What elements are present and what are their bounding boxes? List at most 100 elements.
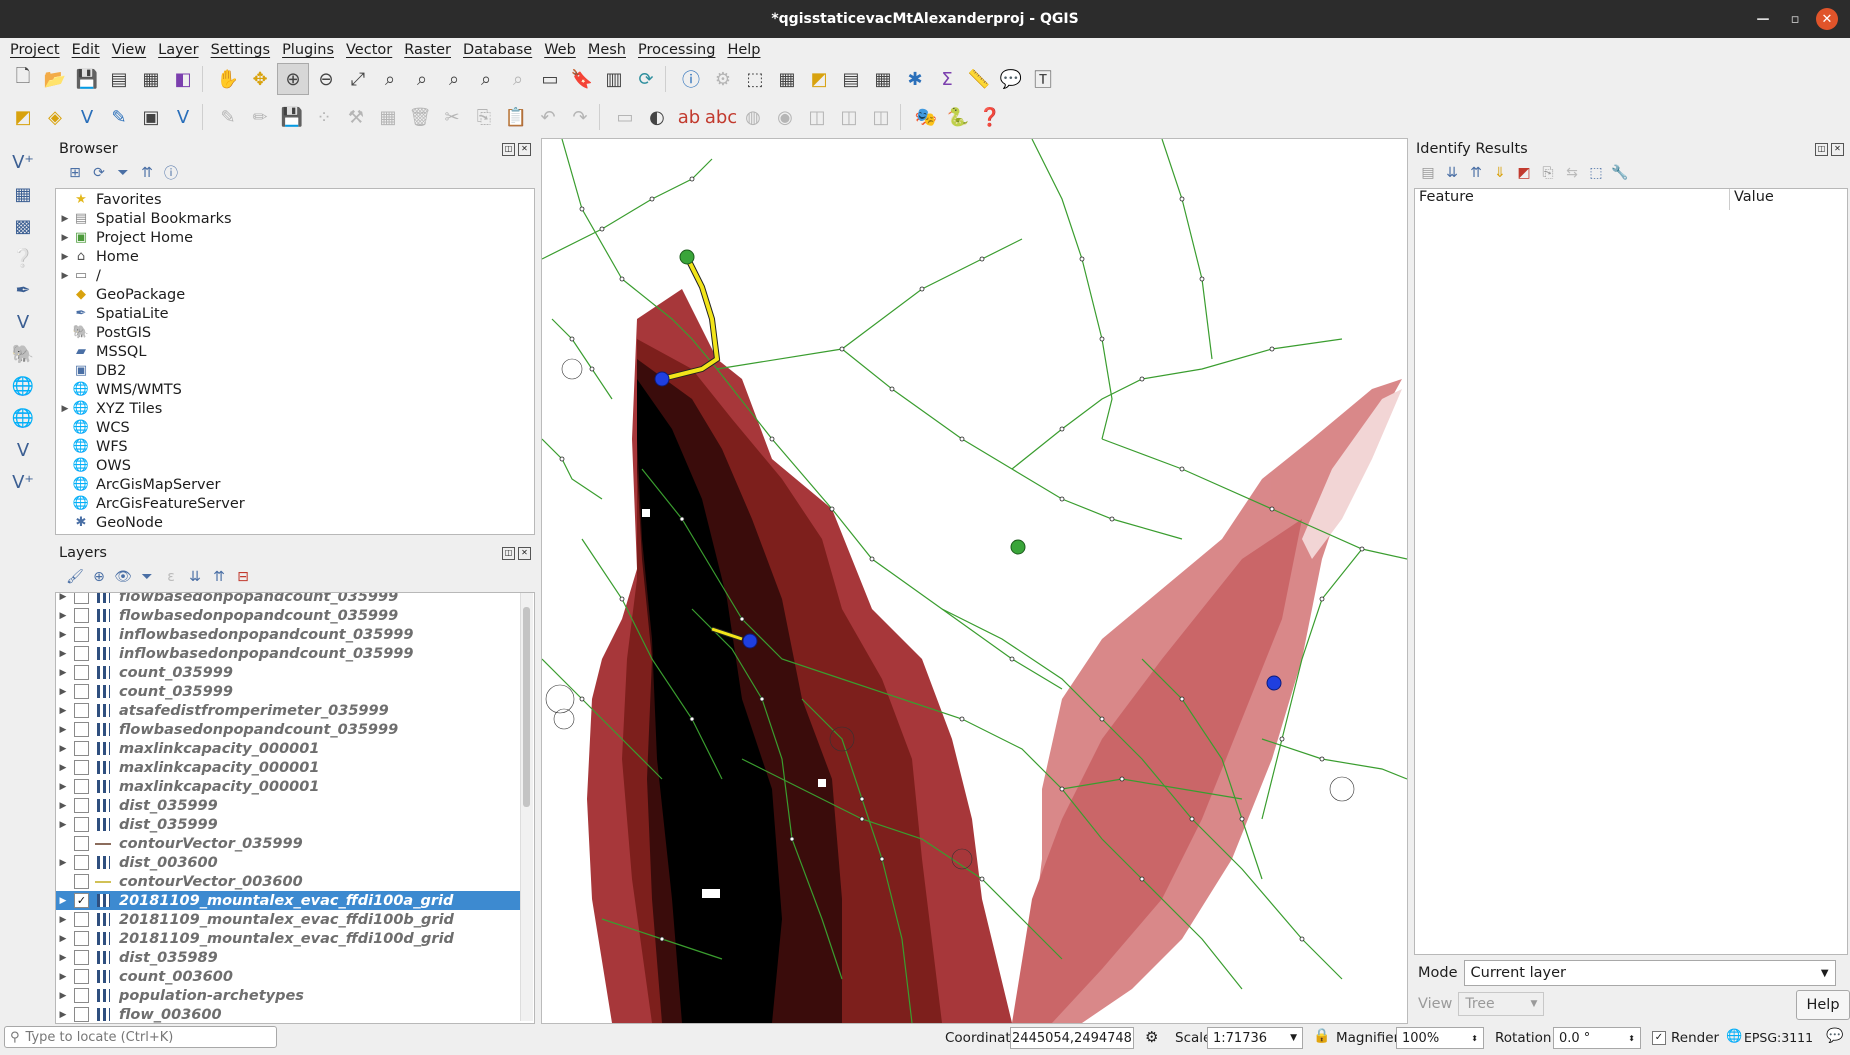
expand-arrow-icon[interactable]: ▶: [58, 233, 72, 243]
zoom-selection-icon[interactable]: ⌕: [375, 64, 405, 94]
close-panel-icon[interactable]: ✕: [518, 142, 531, 156]
menu-plugins[interactable]: Plugins: [276, 42, 340, 58]
toggle-extents-icon[interactable]: ⚙: [1145, 1028, 1158, 1046]
data-source-manager-icon[interactable]: ◩: [8, 102, 38, 132]
select-features-icon[interactable]: ⬚: [1586, 163, 1606, 183]
add-virtual-layer-icon[interactable]: V: [7, 308, 39, 336]
layer-item[interactable]: ▶ inflowbasedonpopandcount_035999: [56, 625, 520, 644]
browser-item[interactable]: 🌐 OWS: [56, 456, 534, 475]
add-wcs-icon[interactable]: 🌐: [7, 404, 39, 432]
layer-item[interactable]: ▶ dist_035999: [56, 815, 520, 834]
print-icon[interactable]: ⇆: [1562, 163, 1582, 183]
new-bookmark-icon[interactable]: 🔖: [567, 64, 597, 94]
layers-scrollbar[interactable]: [520, 593, 533, 1021]
new-map-view-icon[interactable]: ▭: [535, 64, 565, 94]
expand-arrow-icon[interactable]: ▶: [56, 744, 70, 754]
expand-arrow-icon[interactable]: ▶: [56, 820, 70, 830]
browser-item[interactable]: ▰ MSSQL: [56, 342, 534, 361]
add-delimited-text-icon[interactable]: ❔: [7, 244, 39, 272]
statistics-sigma-icon[interactable]: Σ: [932, 64, 962, 94]
expand-arrow-icon[interactable]: ▶: [56, 611, 70, 621]
layer-visibility-checkbox[interactable]: ✓: [74, 893, 89, 908]
zoom-out-icon[interactable]: ⊖: [311, 64, 341, 94]
browser-item[interactable]: ◆ GeoPackage: [56, 285, 534, 304]
filter-legend-icon[interactable]: ⏷: [137, 567, 157, 587]
expand-arrow-icon[interactable]: ▶: [56, 687, 70, 697]
measure-line-icon[interactable]: 📏: [964, 64, 994, 94]
menu-vector[interactable]: Vector: [340, 42, 398, 58]
paste-features-icon[interactable]: 📋: [501, 102, 531, 132]
layer-item[interactable]: ▶ maxlinkcapacity_000001: [56, 758, 520, 777]
expand-arrow-icon[interactable]: ▶: [56, 706, 70, 716]
filter-browser-icon[interactable]: ⏷: [113, 163, 133, 183]
expand-arrow-icon[interactable]: ▶: [56, 725, 70, 735]
layer-item[interactable]: ▶ ✓ 20181109_mountalex_evac_ffdi100a_grid: [56, 891, 520, 910]
undo-icon[interactable]: ↶: [533, 102, 563, 132]
browser-item[interactable]: ▶ 🌐 XYZ Tiles: [56, 399, 534, 418]
browser-item[interactable]: ✱ GeoNode: [56, 513, 534, 532]
menu-settings[interactable]: Settings: [205, 42, 276, 58]
add-wfs-icon[interactable]: V: [7, 436, 39, 464]
pan-to-selection-icon[interactable]: ✥: [245, 64, 275, 94]
float-icon[interactable]: ◫: [502, 142, 515, 156]
layer-labeling-options-icon[interactable]: abc: [705, 102, 737, 132]
browser-item[interactable]: ▶ ▣ Project Home: [56, 228, 534, 247]
browser-item[interactable]: 🐘 PostGIS: [56, 323, 534, 342]
locate-search-field[interactable]: ⚲ Type to locate (Ctrl+K): [4, 1026, 277, 1048]
select-features-icon[interactable]: ⬚: [740, 64, 770, 94]
expand-all-icon[interactable]: ⇊: [1442, 163, 1462, 183]
scale-field[interactable]: 1:71736 ▼: [1207, 1027, 1303, 1049]
label-toolbar-icon[interactable]: ▭: [610, 102, 640, 132]
identify-settings-icon[interactable]: 🔧: [1610, 163, 1630, 183]
move-label-icon[interactable]: ◫: [802, 102, 832, 132]
mode-select[interactable]: Current layer ▼: [1463, 960, 1836, 986]
collapse-all-icon[interactable]: ⇈: [137, 163, 157, 183]
minimize-button[interactable]: —: [1752, 8, 1774, 30]
lock-scale-icon[interactable]: 🔒: [1313, 1028, 1330, 1044]
messages-icon[interactable]: 💬: [1826, 1028, 1843, 1044]
layer-visibility-checkbox[interactable]: [74, 760, 89, 775]
layer-item[interactable]: ▶ inflowbasedonpopandcount_035999: [56, 644, 520, 663]
expand-arrow-icon[interactable]: ▶: [56, 915, 70, 925]
magnifier-field[interactable]: 100% ⬍: [1396, 1027, 1484, 1049]
layer-visibility-checkbox[interactable]: [74, 950, 89, 965]
expand-arrow-icon[interactable]: ▶: [58, 271, 72, 281]
expand-arrow-icon[interactable]: ▶: [56, 858, 70, 868]
layer-visibility-checkbox[interactable]: [74, 684, 89, 699]
menu-processing[interactable]: Processing: [632, 42, 721, 58]
change-label-icon[interactable]: ◫: [866, 102, 896, 132]
show-hide-labels-icon[interactable]: ◉: [770, 102, 800, 132]
layer-visibility-checkbox[interactable]: [74, 1007, 89, 1022]
view-select[interactable]: Tree ▼: [1458, 992, 1545, 1016]
browser-item[interactable]: 🌐 WMS/WMTS: [56, 380, 534, 399]
expand-arrow-icon[interactable]: ▶: [56, 593, 70, 602]
layer-visibility-checkbox[interactable]: [74, 665, 89, 680]
vertex-tool-icon[interactable]: ⚒: [341, 102, 371, 132]
layer-item[interactable]: ▶ 20181109_mountalex_evac_ffdi100d_grid: [56, 929, 520, 948]
menu-help[interactable]: Help: [721, 42, 766, 58]
layer-visibility-checkbox[interactable]: [74, 608, 89, 623]
copy-features-icon[interactable]: ⎘: [469, 102, 499, 132]
map-tips-icon[interactable]: 💬: [996, 64, 1026, 94]
layer-visibility-checkbox[interactable]: [74, 627, 89, 642]
add-raster-icon[interactable]: ▦: [7, 180, 39, 208]
layer-visibility-checkbox[interactable]: [74, 646, 89, 661]
python-console-icon[interactable]: 🐍: [943, 102, 973, 132]
zoom-full-icon[interactable]: ⤢: [343, 64, 373, 94]
close-panel-icon[interactable]: ✕: [1831, 142, 1844, 156]
open-attribute-table-icon[interactable]: ▦: [772, 64, 802, 94]
layer-item[interactable]: contourVector_003600: [56, 872, 520, 891]
field-calculator-icon[interactable]: ▦: [868, 64, 898, 94]
expand-arrow-icon[interactable]: ▶: [58, 252, 72, 262]
new-project-icon[interactable]: 🗋: [8, 64, 38, 94]
style-manager-icon[interactable]: ◧: [168, 64, 198, 94]
maximize-button[interactable]: ▫: [1784, 8, 1806, 30]
add-feature-icon[interactable]: ⁘: [309, 102, 339, 132]
open-project-icon[interactable]: 📂: [40, 64, 70, 94]
close-panel-icon[interactable]: ✕: [518, 546, 531, 560]
expand-arrow-icon[interactable]: ▶: [56, 1010, 70, 1020]
layer-item[interactable]: contourVector_035999: [56, 834, 520, 853]
copy-feature-icon[interactable]: ⎘: [1538, 163, 1558, 183]
new-shapefile-layer-icon[interactable]: V: [72, 102, 102, 132]
expand-arrow-icon[interactable]: ▶: [56, 896, 70, 906]
